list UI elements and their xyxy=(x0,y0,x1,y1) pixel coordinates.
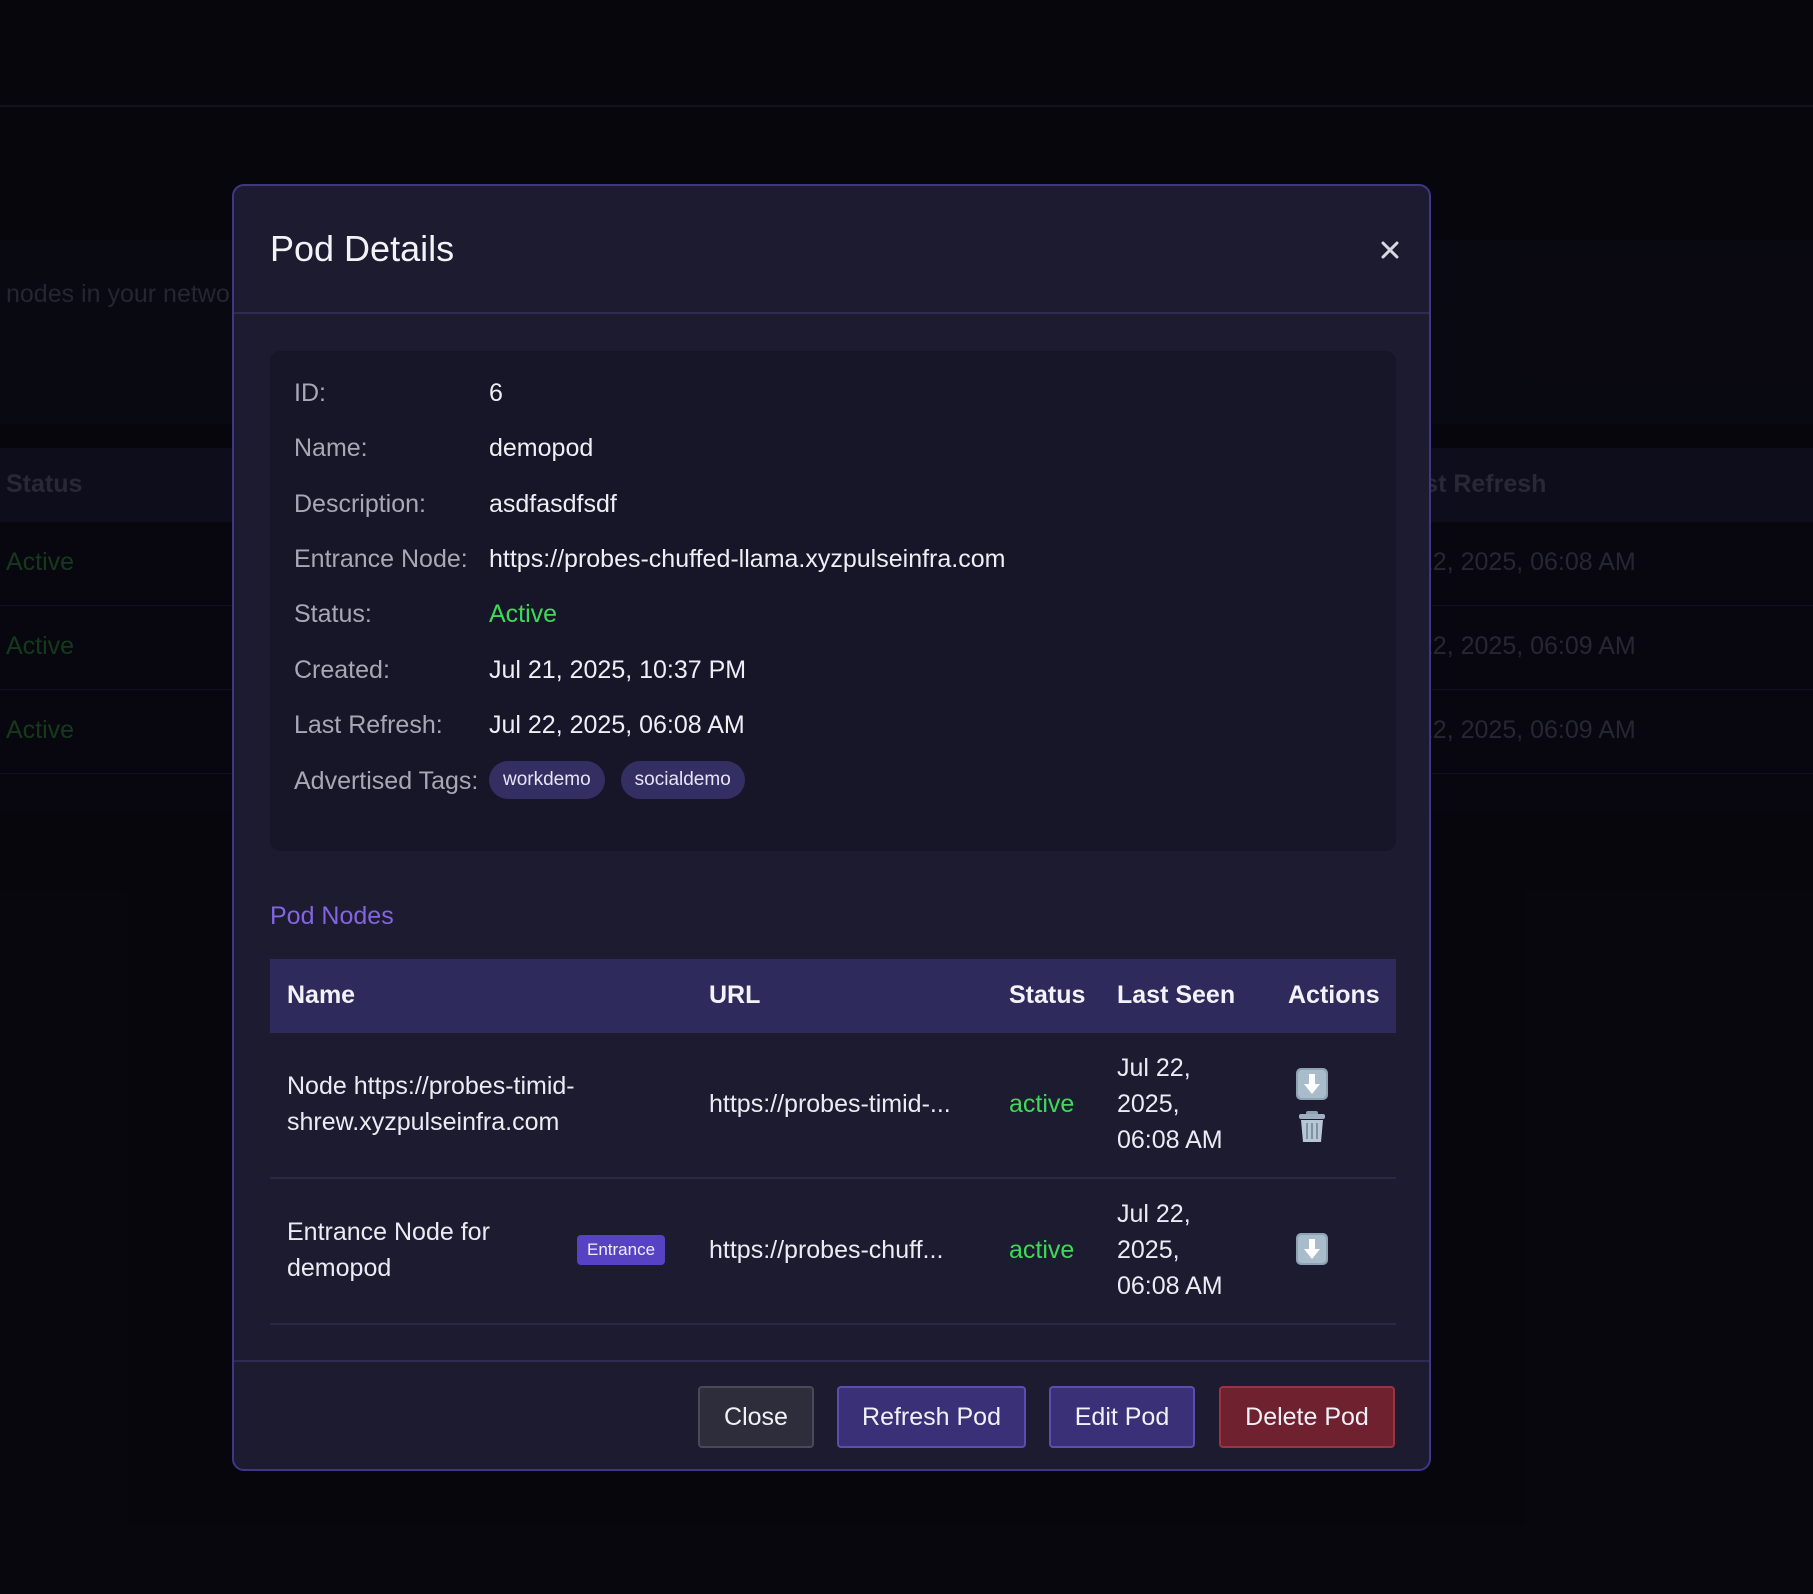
detail-label: Name: xyxy=(294,434,368,462)
detail-row-entrance-node: Entrance Node: https://probes-chuffed-ll… xyxy=(294,541,1374,581)
close-icon[interactable] xyxy=(1368,228,1412,272)
detail-row-description: Description: asdfasdfsdf xyxy=(294,486,1374,526)
node-last-seen: Jul 22, 2025, 06:08 AM xyxy=(1117,1196,1223,1304)
detail-label: Entrance Node: xyxy=(294,545,468,573)
delete-pod-button[interactable]: Delete Pod xyxy=(1219,1386,1395,1448)
pod-nodes-title: Pod Nodes xyxy=(270,902,394,930)
detail-value: asdfasdfsdf xyxy=(489,490,617,518)
column-header-last-seen: Last Seen xyxy=(1117,981,1236,1009)
entrance-badge: Entrance xyxy=(577,1235,666,1265)
edit-pod-button[interactable]: Edit Pod xyxy=(1049,1386,1195,1448)
table-row: Node https://probes-timid- shrew.xyzpuls… xyxy=(270,1033,1396,1179)
detail-label: Status: xyxy=(294,600,372,628)
download-icon[interactable] xyxy=(1294,1066,1330,1102)
status-value: Active xyxy=(489,600,558,628)
pod-details-modal: Pod Details ID: 6 Name: demopod Descript… xyxy=(232,184,1431,1471)
detail-value: https://probes-chuffed-llama.xyzpulseinf… xyxy=(489,545,1006,573)
table-header: Name URL Status Last Seen Actions xyxy=(270,959,1396,1033)
close-button[interactable]: Close xyxy=(698,1386,814,1448)
modal-footer: Close Refresh Pod Edit Pod Delete Pod xyxy=(234,1360,1429,1469)
table-row: Entrance Node for demopod Entrance https… xyxy=(270,1179,1396,1325)
column-header-status: Status xyxy=(1009,981,1086,1009)
detail-row-status: Status: Active xyxy=(294,596,1374,636)
column-header-actions: Actions xyxy=(1288,981,1380,1009)
node-status: active xyxy=(1009,1090,1075,1118)
modal-title: Pod Details xyxy=(270,228,455,269)
node-status: active xyxy=(1009,1236,1075,1264)
detail-label: Advertised Tags: xyxy=(294,767,479,795)
column-header-name: Name xyxy=(287,981,356,1009)
detail-value: demopod xyxy=(489,434,594,462)
detail-row-created: Created: Jul 21, 2025, 10:37 PM xyxy=(294,652,1374,692)
detail-row-name: Name: demopod xyxy=(294,430,1374,470)
trash-icon[interactable] xyxy=(1294,1109,1330,1145)
detail-value: 6 xyxy=(489,379,503,407)
tag-pill: socialdemo xyxy=(620,761,745,799)
detail-label: ID: xyxy=(294,379,326,407)
tag-list: workdemo socialdemo xyxy=(489,761,745,799)
detail-label: Last Refresh: xyxy=(294,711,443,739)
last-seen-line: 06:08 AM xyxy=(1117,1126,1223,1154)
last-seen-line: Jul 22, xyxy=(1117,1200,1191,1228)
last-seen-line: 06:08 AM xyxy=(1117,1272,1223,1300)
last-seen-line: 2025, xyxy=(1117,1236,1180,1264)
detail-row-last-refresh: Last Refresh: Jul 22, 2025, 06:08 AM xyxy=(294,707,1374,747)
modal-header: Pod Details xyxy=(234,186,1429,314)
node-name-line: Entrance Node for xyxy=(287,1218,490,1246)
node-name-line: Node https://probes-timid- xyxy=(287,1072,575,1100)
detail-label: Created: xyxy=(294,656,390,684)
last-seen-line: 2025, xyxy=(1117,1090,1180,1118)
node-name-cell: Node https://probes-timid- shrew.xyzpuls… xyxy=(287,1068,575,1140)
detail-row-advertised-tags: Advertised Tags: workdemo socialdemo xyxy=(294,761,1374,803)
column-header-url: URL xyxy=(709,981,761,1009)
node-name-cell: Entrance Node for demopod xyxy=(287,1214,490,1286)
refresh-pod-button[interactable]: Refresh Pod xyxy=(837,1386,1026,1448)
detail-row-id: ID: 6 xyxy=(294,375,1374,415)
detail-value: Jul 22, 2025, 06:08 AM xyxy=(489,711,745,739)
tag-pill: workdemo xyxy=(489,761,605,799)
detail-label: Description: xyxy=(294,490,426,518)
pod-details-panel: ID: 6 Name: demopod Description: asdfasd… xyxy=(270,351,1396,851)
node-url: https://probes-timid-... xyxy=(709,1090,951,1118)
node-name-line: demopod xyxy=(287,1254,392,1282)
download-icon[interactable] xyxy=(1294,1231,1330,1267)
node-last-seen: Jul 22, 2025, 06:08 AM xyxy=(1117,1050,1223,1158)
node-url: https://probes-chuff... xyxy=(709,1236,944,1264)
node-name-line: shrew.xyzpulseinfra.com xyxy=(287,1108,560,1136)
last-seen-line: Jul 22, xyxy=(1117,1054,1191,1082)
detail-value: Jul 21, 2025, 10:37 PM xyxy=(489,656,747,684)
